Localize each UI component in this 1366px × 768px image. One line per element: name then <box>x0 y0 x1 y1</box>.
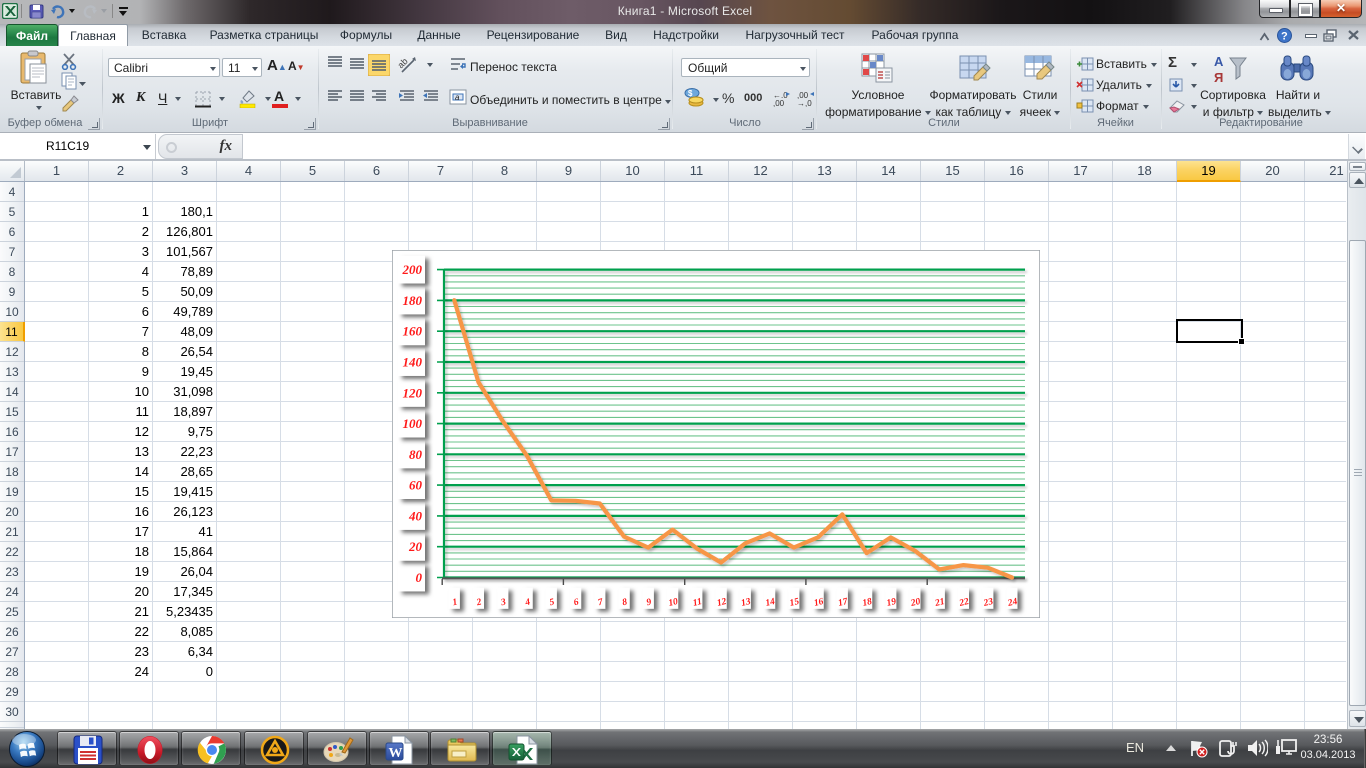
svg-text:40: 40 <box>408 508 423 523</box>
svg-text:140: 140 <box>403 355 423 370</box>
svg-text:→,0: →,0 <box>797 99 812 108</box>
svg-text:0: 0 <box>416 570 423 585</box>
svg-text:А: А <box>1214 54 1224 69</box>
svg-text:$: $ <box>688 89 693 98</box>
svg-text:160: 160 <box>403 324 423 339</box>
svg-text:120: 120 <box>403 385 423 400</box>
svg-text:200: 200 <box>402 262 423 277</box>
svg-text:Я: Я <box>1214 70 1223 85</box>
svg-text:60: 60 <box>409 478 423 493</box>
svg-text:W: W <box>389 746 403 761</box>
svg-text:,00: ,00 <box>773 99 785 108</box>
svg-text:a: a <box>455 93 460 102</box>
svg-text:ab: ab <box>398 56 410 70</box>
svg-text:180: 180 <box>403 293 423 308</box>
svg-text:?: ? <box>1281 31 1288 43</box>
svg-text:80: 80 <box>409 447 423 462</box>
svg-text:100: 100 <box>403 416 423 431</box>
svg-text:20: 20 <box>408 539 423 554</box>
